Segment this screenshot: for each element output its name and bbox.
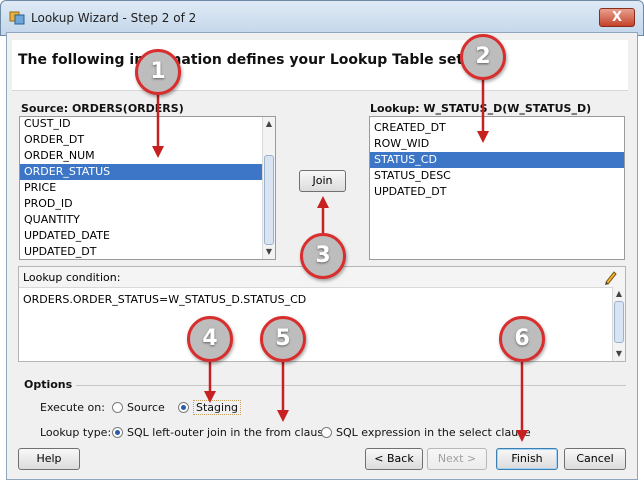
staging-radio[interactable] (178, 402, 189, 413)
lookup-column-item[interactable]: STATUS_CD (370, 152, 624, 168)
scroll-up-icon[interactable]: ▲ (263, 118, 275, 130)
source-column-item[interactable]: QUANTITY (20, 212, 264, 228)
source-column-item[interactable]: UPDATED_DT (20, 244, 264, 259)
scroll-down-icon[interactable]: ▼ (263, 246, 275, 258)
callout-3: 3 (300, 233, 346, 279)
source-column-item[interactable]: ORDER_STATUS (20, 164, 264, 180)
options-divider (76, 385, 626, 386)
options-title: Options (24, 378, 73, 391)
close-icon: X (611, 10, 623, 25)
join-button[interactable]: Join (299, 170, 346, 192)
source-label: Source: ORDERS(ORDERS) (21, 102, 184, 115)
close-button[interactable]: X (599, 8, 635, 27)
scroll-down-icon[interactable]: ▼ (613, 348, 625, 360)
callout-2: 2 (460, 34, 506, 80)
lookup-type-label: Lookup type: (40, 426, 112, 439)
scroll-thumb[interactable] (264, 155, 274, 245)
lookup-label: Lookup: W_STATUS_D(W_STATUS_D) (370, 102, 592, 115)
help-button[interactable]: Help (18, 448, 80, 470)
pencil-icon[interactable] (603, 269, 619, 285)
source-column-item[interactable]: ORDER_NUM (20, 148, 264, 164)
wizard-icon (9, 11, 25, 25)
lookup-column-item[interactable]: ROW_WID (370, 136, 624, 152)
callout-4: 4 (187, 316, 233, 362)
lookup-column-item[interactable]: STATUS_DESC (370, 168, 624, 184)
callout-6: 6 (499, 316, 545, 362)
source-scrollbar[interactable]: ▲ ▼ (262, 117, 275, 259)
lookup-wizard-window: Lookup Wizard - Step 2 of 2 X The follow… (0, 0, 644, 486)
condition-expression[interactable]: ORDERS.ORDER_STATUS=W_STATUS_D.STATUS_CD (23, 293, 306, 306)
source-columns-list[interactable]: CUST_ID ORDER_DT ORDER_NUM ORDER_STATUS PRIC… (19, 116, 276, 260)
back-button[interactable]: < Back (365, 448, 423, 470)
condition-label: Lookup condition: (23, 271, 121, 284)
window-title: Lookup Wizard - Step 2 of 2 (31, 11, 197, 25)
staging-radio-label[interactable]: Staging (193, 400, 242, 415)
page-heading: The following information defines your L… (18, 52, 503, 68)
source-column-item[interactable]: UPDATED_DATE (20, 228, 264, 244)
source-radio-label[interactable]: Source (127, 401, 165, 414)
cancel-button[interactable]: Cancel (564, 448, 626, 470)
callout-1: 1 (135, 49, 181, 95)
execute-on-label: Execute on: (40, 401, 105, 414)
lookup-columns-list[interactable]: CREATED_DT ROW_WID STATUS_CD STATUS_DESC UPD… (369, 116, 625, 260)
source-column-item[interactable]: PRICE (20, 180, 264, 196)
callout-5: 5 (260, 316, 306, 362)
finish-button[interactable]: Finish (496, 448, 558, 470)
source-column-item[interactable]: ORDER_DT (20, 132, 264, 148)
lookup-column-item[interactable]: UPDATED_DT (370, 184, 624, 200)
left-outer-join-radio[interactable] (112, 427, 123, 438)
scroll-thumb[interactable] (614, 301, 624, 343)
scroll-up-icon[interactable]: ▲ (613, 288, 625, 300)
lookup-column-item[interactable]: CREATED_DT (370, 120, 624, 136)
source-column-item[interactable]: CUST_ID (20, 117, 264, 132)
source-radio[interactable] (112, 402, 123, 413)
left-outer-join-label[interactable]: SQL left-outer join in the from clause (127, 426, 330, 439)
sql-expression-label[interactable]: SQL expression in the select clause (336, 426, 531, 439)
sql-expression-radio[interactable] (321, 427, 332, 438)
condition-scrollbar[interactable]: ▲ ▼ (612, 287, 625, 361)
source-column-item[interactable]: PROD_ID (20, 196, 264, 212)
next-button[interactable]: Next > (427, 448, 487, 470)
title-bar: Lookup Wizard - Step 2 of 2 X (0, 0, 644, 36)
